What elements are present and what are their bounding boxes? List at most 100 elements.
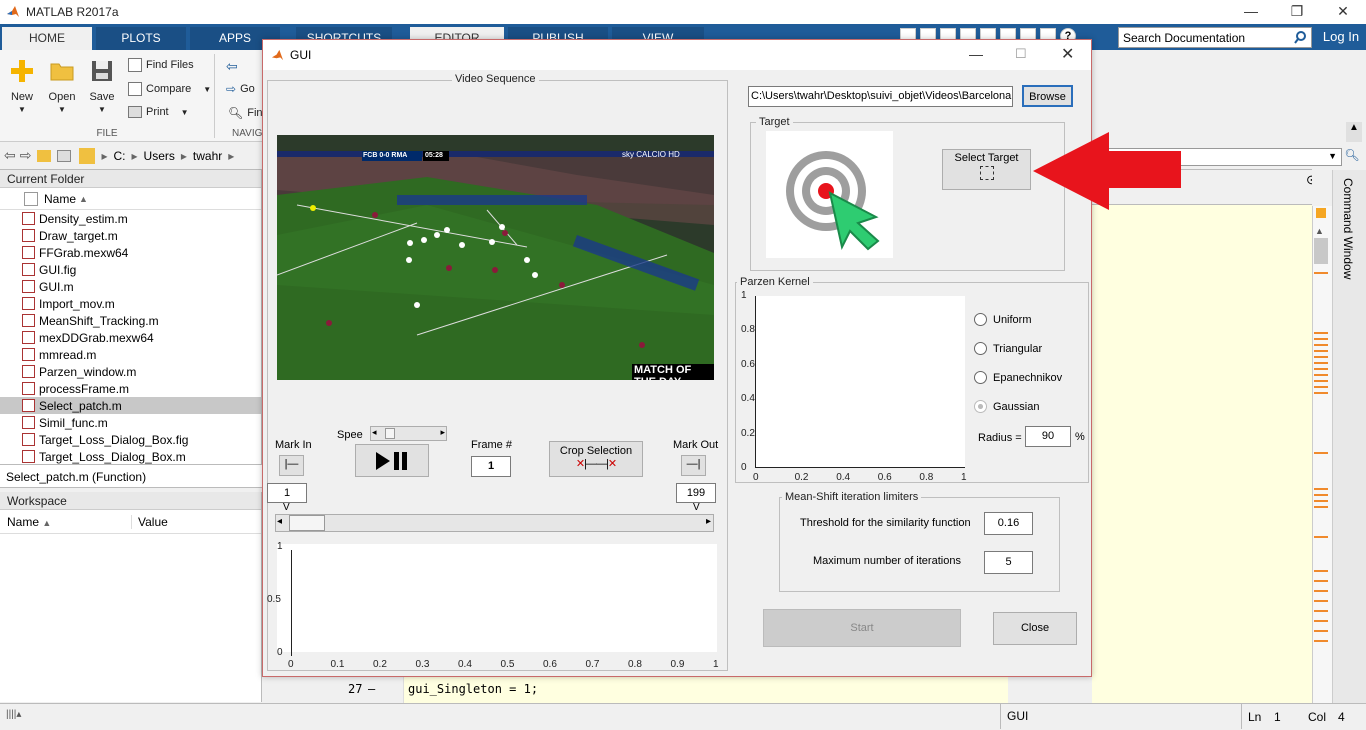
video-frame[interactable]: FCB 0-0 RMA 05:28 sky CALCIO HD MATCH OF… <box>277 135 714 380</box>
video-path-input[interactable]: C:\Users\twahr\Desktop\suivi_objet\Video… <box>748 86 1013 107</box>
gui-close-button[interactable]: ✕ <box>1061 44 1074 64</box>
plot-x-tick: 0.2 <box>373 659 387 670</box>
editor-scrollbar[interactable]: ▲ ▼ <box>1312 206 1332 730</box>
file-list-item[interactable]: Simil_func.m <box>0 414 261 431</box>
file-list-item[interactable]: Parzen_window.m <box>0 363 261 380</box>
mark-in-value[interactable]: 1 <box>267 483 307 503</box>
status-grip-icon[interactable]: ||||▴ <box>6 709 21 720</box>
mark-in-button[interactable]: |— <box>279 455 304 476</box>
frame-slider-right-icon[interactable]: ▸ <box>706 516 711 527</box>
radio-circle[interactable] <box>974 313 987 326</box>
kernel-radio-triangular[interactable]: Triangular <box>974 342 1042 355</box>
command-window-tab[interactable]: Command Window <box>1332 170 1366 703</box>
new-button[interactable]: New ▼ <box>6 58 38 115</box>
login-button[interactable]: Log In <box>1316 24 1366 50</box>
file-list-item[interactable]: Target_Loss_Dialog_Box.m <box>0 448 261 465</box>
search-icon[interactable] <box>1294 31 1307 44</box>
frame-slider-thumb[interactable] <box>289 515 325 531</box>
status-ln-label: Ln <box>1248 710 1262 724</box>
file-list-item[interactable]: GUI.m <box>0 278 261 295</box>
kernel-x-tick: 1 <box>961 472 967 483</box>
max-iterations-input[interactable]: 5 <box>984 551 1033 574</box>
radio-circle[interactable] <box>974 400 987 413</box>
mark-out-value[interactable]: 199 <box>676 483 716 503</box>
ws-name-column[interactable]: Name ▲ <box>0 514 132 529</box>
radio-circle[interactable] <box>974 371 987 384</box>
file-list-item[interactable]: Target_Loss_Dialog_Box.fig <box>0 431 261 448</box>
kernel-radio-uniform[interactable]: Uniform <box>974 313 1032 326</box>
start-button[interactable]: Start <box>763 609 961 647</box>
search-documentation-input[interactable]: Search Documentation <box>1118 27 1312 48</box>
go-to-button[interactable]: ⇨ Go <box>226 82 255 96</box>
compare-button[interactable]: Compare ▼ <box>128 82 211 96</box>
ws-value-column[interactable]: Value <box>132 515 168 529</box>
kernel-radio-epanechnikov[interactable]: Epanechnikov <box>974 371 1062 384</box>
threshold-input[interactable]: 0.16 <box>984 512 1033 535</box>
mark-out-button[interactable]: —| <box>681 455 706 476</box>
select-target-button[interactable]: Select Target <box>942 149 1031 190</box>
status-bar: ||||▴ GUI Ln 1 Col 4 <box>0 703 1366 729</box>
frame-slider-left-icon[interactable]: ◂ <box>277 516 282 527</box>
gui-maximize-button[interactable]: ☐ <box>1015 46 1027 62</box>
file-list-item[interactable]: processFrame.m <box>0 380 261 397</box>
file-list-item[interactable]: GUI.fig <box>0 261 261 278</box>
file-list-item[interactable]: mmread.m <box>0 346 261 363</box>
file-list-item[interactable]: Draw_target.m <box>0 227 261 244</box>
ribbon-collapse-icon[interactable]: ▲ <box>1346 122 1362 142</box>
kernel-radio-gaussian[interactable]: Gaussian <box>974 400 1039 413</box>
speed-thumb[interactable] <box>385 428 395 439</box>
radius-input[interactable]: 90 <box>1025 426 1071 447</box>
ws-name-label: Name <box>7 514 40 529</box>
radio-circle[interactable] <box>974 342 987 355</box>
open-button[interactable]: Open ▼ <box>46 58 78 115</box>
find-files-button[interactable]: Find Files <box>128 58 194 72</box>
speed-slider[interactable]: ◂ ▸ <box>370 426 447 441</box>
plot-x-tick: 1 <box>713 659 719 670</box>
path-segment-users[interactable]: Users <box>144 149 175 163</box>
file-list-item[interactable]: FFGrab.mexw64 <box>0 244 261 261</box>
path-segment-drive[interactable]: C: <box>114 149 126 163</box>
browse-folder-icon[interactable] <box>57 149 72 162</box>
browse-button[interactable]: Browse <box>1022 85 1073 107</box>
file-list-item[interactable]: MeanShift_Tracking.m <box>0 312 261 329</box>
gui-minimize-button[interactable]: — <box>969 46 983 62</box>
crop-selection-button[interactable]: Crop Selection ✕|——|✕ <box>549 441 643 477</box>
speed-right-arrow-icon[interactable]: ▸ <box>440 427 445 438</box>
maximize-button[interactable]: ❐ <box>1274 0 1320 24</box>
play-pause-button[interactable] <box>355 444 429 477</box>
plot-x-tick: 0.5 <box>500 659 515 670</box>
path-search-icon[interactable]: 🔍︎ <box>1342 148 1362 166</box>
minimize-button[interactable]: — <box>1228 0 1274 24</box>
kernel-y-tick: 0.8 <box>741 324 755 336</box>
frame-input[interactable]: 1 <box>471 456 511 477</box>
file-list-item[interactable]: Import_mov.m <box>0 295 261 312</box>
warning-indicator[interactable] <box>1316 208 1326 218</box>
path-dropdown-icon[interactable]: ▼ <box>1328 151 1337 161</box>
name-column-header[interactable]: Name ▲ <box>0 188 261 210</box>
code-text[interactable]: gui_Singleton = 1; <box>408 682 538 696</box>
file-list-item[interactable]: mexDDGrab.mexw64 <box>0 329 261 346</box>
speed-left-arrow-icon[interactable]: ◂ <box>372 427 377 438</box>
back-arrow-icon[interactable]: ⇦ <box>4 147 16 164</box>
print-button[interactable]: Print ▼ <box>128 106 189 118</box>
find-button[interactable]: 🔍︎ Fin <box>228 106 263 120</box>
up-folder-icon[interactable] <box>37 149 52 162</box>
save-button[interactable]: Save ▼ <box>86 58 118 115</box>
scroll-up-icon[interactable]: ▲ <box>1315 226 1324 236</box>
file-details: Select_patch.m (Function) <box>0 464 262 488</box>
tab-plots[interactable]: PLOTS <box>96 27 186 50</box>
file-icon <box>22 263 35 276</box>
tab-home[interactable]: HOME <box>2 27 92 50</box>
scroll-thumb[interactable] <box>1314 238 1328 264</box>
close-window-button[interactable]: ✕ <box>1320 0 1366 24</box>
path-segment-user[interactable]: twahr <box>193 149 222 163</box>
frame-slider[interactable]: ◂ ▸ <box>275 514 714 532</box>
file-name: GUI.fig <box>39 262 77 277</box>
compare-icon <box>128 82 142 96</box>
forward-arrow-icon[interactable]: ⇨ <box>20 147 32 164</box>
navigate-back-icon[interactable]: ⇦ <box>226 58 238 75</box>
select-target-label: Select Target <box>954 152 1019 164</box>
file-list-item[interactable]: Density_estim.m <box>0 210 261 227</box>
close-button[interactable]: Close <box>993 612 1077 645</box>
file-list-item[interactable]: Select_patch.m <box>0 397 261 414</box>
